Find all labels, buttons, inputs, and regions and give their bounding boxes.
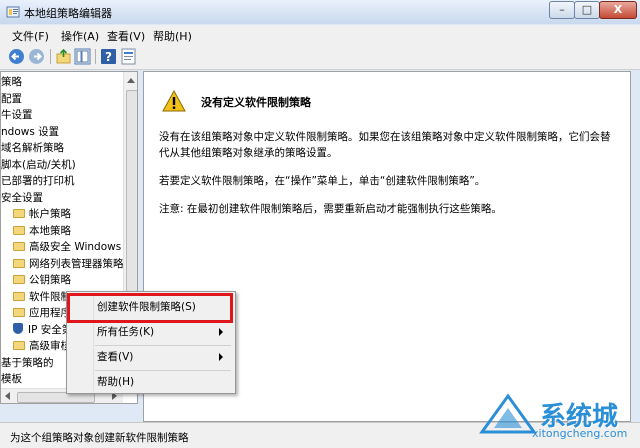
tree-item-label: 脚本(启动/关机) [1, 158, 76, 171]
status-text: 为这个组策略对象创建新软件限制策略 [10, 432, 189, 444]
forward-arrow-icon[interactable] [28, 48, 45, 65]
tree-item-label: 帐户策略 [29, 208, 71, 220]
folder-icon [13, 242, 25, 251]
tree-item[interactable]: 已部署的打印机 [1, 173, 75, 189]
tree-item[interactable]: 安全设置 [1, 190, 43, 206]
tree-item[interactable]: 本地策略 [13, 223, 71, 239]
folder-icon [13, 275, 25, 284]
menu-separator [95, 370, 231, 371]
menu-action[interactable]: 操作(A) [61, 28, 99, 44]
policy-editor-icon [6, 6, 20, 18]
maximize-button[interactable]: □ [574, 1, 600, 19]
tree-item-label: 模板 [1, 373, 22, 385]
note-text: 注意: 在最初创建软件限制策略后，需要重新启动才能强制执行这些策略。 [159, 203, 502, 215]
tree-item-label: 公钥策略 [29, 274, 71, 286]
tree-item-label: 策略 [1, 76, 22, 88]
menu-item-label: 帮助(H) [97, 376, 135, 388]
instruction-text: 若要定义软件限制策略，在“操作”菜单上，单击“创建软件限制策略”。 [159, 175, 486, 187]
tree-item[interactable]: 脚本(启动/关机) [1, 157, 76, 173]
up-folder-icon[interactable] [55, 48, 72, 65]
submenu-arrow-icon [219, 353, 223, 361]
tree-item[interactable]: 牛设置 [1, 107, 33, 123]
toolbar-separator [50, 49, 51, 64]
highlight-box [67, 293, 233, 323]
tree-item[interactable]: ndows 设置 [1, 124, 59, 140]
scroll-up-icon[interactable] [127, 78, 135, 83]
tree-item[interactable]: 模板 [1, 371, 22, 387]
help-icon[interactable]: ? [100, 48, 117, 65]
show-tree-icon[interactable] [74, 48, 91, 65]
menu-item-label: 查看(V) [97, 351, 134, 363]
tree-item[interactable]: 网络列表管理器策略 [13, 256, 124, 272]
menu-help[interactable]: 帮助(H) [153, 28, 192, 44]
watermark-url: xitongcheng.com [532, 427, 628, 440]
page-title: 没有定义软件限制策略 [201, 96, 311, 109]
tree-item-label: 高级安全 Windows I [29, 241, 128, 253]
folder-icon [13, 308, 25, 317]
app-window: 本地组策略编辑器 – □ X 文件(F) 操作(A) 查看(V) 帮助(H) ?… [0, 0, 640, 448]
scroll-left-icon[interactable] [5, 392, 10, 400]
menu-item-help[interactable]: 帮助(H) [69, 372, 233, 392]
minimize-button[interactable]: – [549, 1, 575, 19]
tree-item-label: 已部署的打印机 [1, 175, 75, 187]
window-title: 本地组策略编辑器 [24, 7, 112, 20]
menu-view[interactable]: 查看(V) [107, 28, 145, 44]
tree-item[interactable]: IP 安全第 [13, 322, 72, 338]
tree-item[interactable]: 公钥策略 [13, 272, 71, 288]
tree-item[interactable]: 高级审核 [13, 338, 71, 354]
menu-item-label: 所有任务(K) [97, 326, 155, 338]
menu-separator [95, 345, 231, 346]
menu-item-view[interactable]: 查看(V) [69, 347, 233, 367]
tree-item[interactable]: 应用程序 [13, 305, 71, 321]
tree-item[interactable]: 帐户策略 [13, 206, 71, 222]
back-arrow-icon[interactable] [8, 48, 25, 65]
tree-item[interactable]: 配置 [1, 91, 22, 107]
tree-item[interactable]: 软件限制 [13, 289, 71, 305]
tree-vertical-scroll-thumb[interactable] [126, 90, 137, 292]
tree-item-label: 网络列表管理器策略 [29, 257, 124, 270]
tree-item-label: 配置 [1, 92, 22, 105]
properties-icon[interactable] [120, 48, 137, 65]
ip-security-icon [13, 322, 23, 334]
folder-icon [13, 291, 25, 301]
description-text: 没有在该组策略对象中定义软件限制策略。如果您在该组策略对象中定义软件限制策略，它… [159, 131, 611, 159]
watermark-logo-icon [479, 393, 537, 434]
folder-icon [13, 341, 25, 350]
folder-icon [13, 258, 25, 268]
toolbar: ? [0, 44, 640, 70]
svg-text:?: ? [105, 50, 112, 64]
close-button[interactable]: X [599, 1, 637, 19]
tree-item[interactable]: 域名解析策略 [1, 140, 64, 156]
tree-item-label: 软件限制 [29, 290, 71, 303]
tree-item-label: 基于策略的 [1, 356, 54, 369]
tree-item-label: 高级审核 [29, 340, 71, 352]
tree-item[interactable]: 高级安全 Windows I [13, 239, 128, 255]
title-bar[interactable]: 本地组策略编辑器 – □ X [0, 0, 640, 24]
folder-icon [13, 209, 25, 218]
tree-item-label: ndows 设置 [1, 125, 60, 138]
tree-item-label: 本地策略 [29, 224, 71, 237]
menu-bar: 文件(F) 操作(A) 查看(V) 帮助(H) [0, 25, 640, 44]
tree-item-label: 安全设置 [1, 191, 43, 204]
tree-item[interactable]: 策略 [1, 74, 22, 90]
tree-item-label: 应用程序 [29, 307, 71, 319]
tree-item-label: 域名解析策略 [1, 142, 64, 154]
tree-item[interactable]: 基于策略的 [1, 355, 54, 371]
warning-icon [162, 90, 186, 112]
menu-item-all-tasks[interactable]: 所有任务(K) [69, 322, 233, 342]
toolbar-separator [95, 49, 96, 64]
folder-icon [13, 225, 25, 235]
tree-item-label: 牛设置 [1, 109, 33, 121]
menu-file[interactable]: 文件(F) [12, 28, 49, 44]
submenu-arrow-icon [219, 328, 223, 336]
